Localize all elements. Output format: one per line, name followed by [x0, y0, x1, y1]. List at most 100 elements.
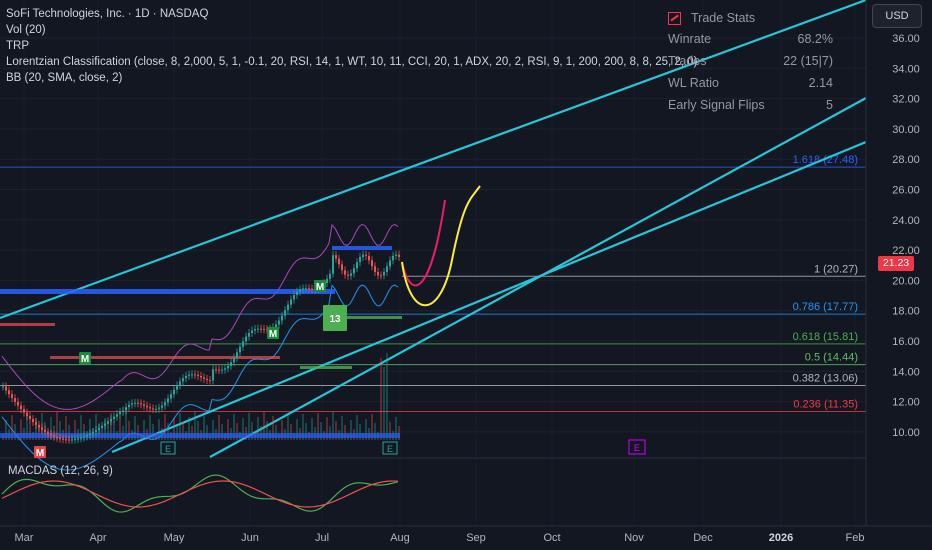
candle-body — [368, 255, 370, 261]
indicator-bb[interactable]: BB (20, SMA, close, 2) — [6, 70, 697, 86]
fib-level-label: 0.382 (13.06) — [793, 373, 858, 385]
time-tick-label: Nov — [624, 532, 644, 544]
candle-body — [305, 288, 307, 290]
candle-body — [164, 402, 166, 406]
time-tick-label: Sep — [466, 532, 486, 544]
candle-body — [116, 414, 118, 417]
candle-body — [179, 381, 181, 386]
candle-body — [194, 374, 196, 376]
candle-body — [224, 368, 226, 370]
candle-body — [161, 405, 163, 408]
price-tick-label: 26.00 — [892, 185, 920, 197]
candle-body — [35, 422, 37, 425]
signal-marker-label: M — [316, 282, 324, 293]
candle-body — [359, 257, 361, 263]
candle-body — [341, 264, 343, 271]
fibonacci-levels: 1.618 (27.48) 1 (20.27) 0.786 (17.77) 0.618… — [0, 154, 866, 412]
earnings-marker-label: E — [387, 444, 393, 454]
candle-body — [2, 386, 4, 388]
support-zone — [332, 246, 392, 250]
candle-body — [134, 402, 136, 404]
candle-body — [158, 407, 160, 409]
time-tick-label: Feb — [846, 532, 865, 544]
candle-body — [101, 425, 103, 429]
trade-stats-panel: Trade Stats Winrate 68.2% Trades 22 (15|7)… — [668, 8, 833, 116]
candle-body — [14, 398, 16, 402]
candle-body — [326, 278, 328, 284]
indicator-vol[interactable]: Vol (20) — [6, 22, 697, 38]
candle-body — [11, 394, 13, 399]
indicator-lorentzian[interactable]: Lorentzian Classification (close, 8, 2,0… — [6, 54, 697, 70]
candle-body — [245, 336, 247, 342]
candle-body — [23, 409, 25, 413]
candle-body — [149, 407, 151, 409]
candle-body — [119, 411, 121, 415]
candle-body — [50, 433, 52, 436]
time-tick-label: 2026 — [769, 532, 793, 544]
candle-body — [137, 402, 139, 404]
candle-body — [26, 412, 28, 416]
stats-row: Trades 22 (15|7) — [668, 50, 833, 72]
candle-body — [155, 408, 157, 410]
candle-body — [236, 352, 238, 358]
time-tick-label: Jul — [315, 532, 329, 544]
candle-body — [278, 320, 280, 325]
candle-body — [197, 374, 199, 376]
candle-body — [383, 272, 385, 276]
candle-body — [5, 386, 7, 391]
candle-body — [230, 362, 232, 366]
candle-body — [395, 254, 397, 256]
candle-body — [362, 254, 364, 258]
candle-body — [302, 288, 304, 290]
candle-body — [98, 428, 100, 430]
time-tick-label: Jun — [241, 532, 259, 544]
stats-row: Early Signal Flips 5 — [668, 94, 833, 116]
candle-body — [185, 375, 187, 379]
candle-body — [83, 436, 85, 438]
time-tick-label: Dec — [693, 532, 713, 544]
candle-body — [251, 330, 253, 333]
candle-body — [65, 439, 67, 441]
candle-body — [212, 369, 214, 381]
candle-body — [20, 405, 22, 410]
candle-body — [263, 328, 265, 330]
candle-body — [122, 410, 124, 412]
signal-marker-label: 13 — [329, 314, 341, 325]
candle-body — [53, 435, 55, 437]
candle-body — [254, 329, 256, 331]
candle-body — [56, 436, 58, 438]
candle-body — [8, 390, 10, 395]
currency-button[interactable]: USD — [872, 4, 922, 28]
candle-body — [242, 341, 244, 347]
candle-body — [353, 268, 355, 274]
candle-body — [152, 408, 154, 410]
stats-value: 5 — [826, 98, 833, 112]
stats-label: Winrate — [668, 32, 712, 46]
macd-legend[interactable]: MACDAS (12, 26, 9) — [8, 465, 113, 477]
candle-body — [299, 289, 301, 292]
price-tick-label: 30.00 — [892, 124, 920, 136]
candle-body — [107, 421, 109, 424]
candle-body — [284, 310, 286, 316]
candle-body — [41, 427, 43, 430]
symbol-title[interactable]: SoFi Technologies, Inc. · 1D · NASDAQ — [6, 6, 697, 22]
volume-bar — [380, 358, 382, 440]
candle-body — [275, 324, 277, 328]
stats-value: 68.2% — [797, 32, 833, 46]
fib-level-label: 0.786 (17.77) — [793, 301, 858, 313]
current-price-tag: 21.23 — [878, 256, 914, 271]
candle-body — [296, 291, 298, 296]
candle-body — [104, 423, 106, 426]
price-tick-label: 24.00 — [892, 215, 920, 227]
stats-row: WL Ratio 2.14 — [668, 72, 833, 94]
candle-body — [47, 431, 49, 434]
volume-bar — [386, 353, 388, 440]
candle-body — [71, 439, 73, 441]
support-zone — [0, 289, 335, 294]
indicator-trp[interactable]: TRP — [6, 38, 697, 54]
price-tick-label: 16.00 — [892, 336, 920, 348]
resistance-zone — [0, 323, 55, 326]
macd-signal-line — [1, 480, 399, 508]
candle-body — [233, 357, 235, 363]
candle-body — [356, 262, 358, 269]
